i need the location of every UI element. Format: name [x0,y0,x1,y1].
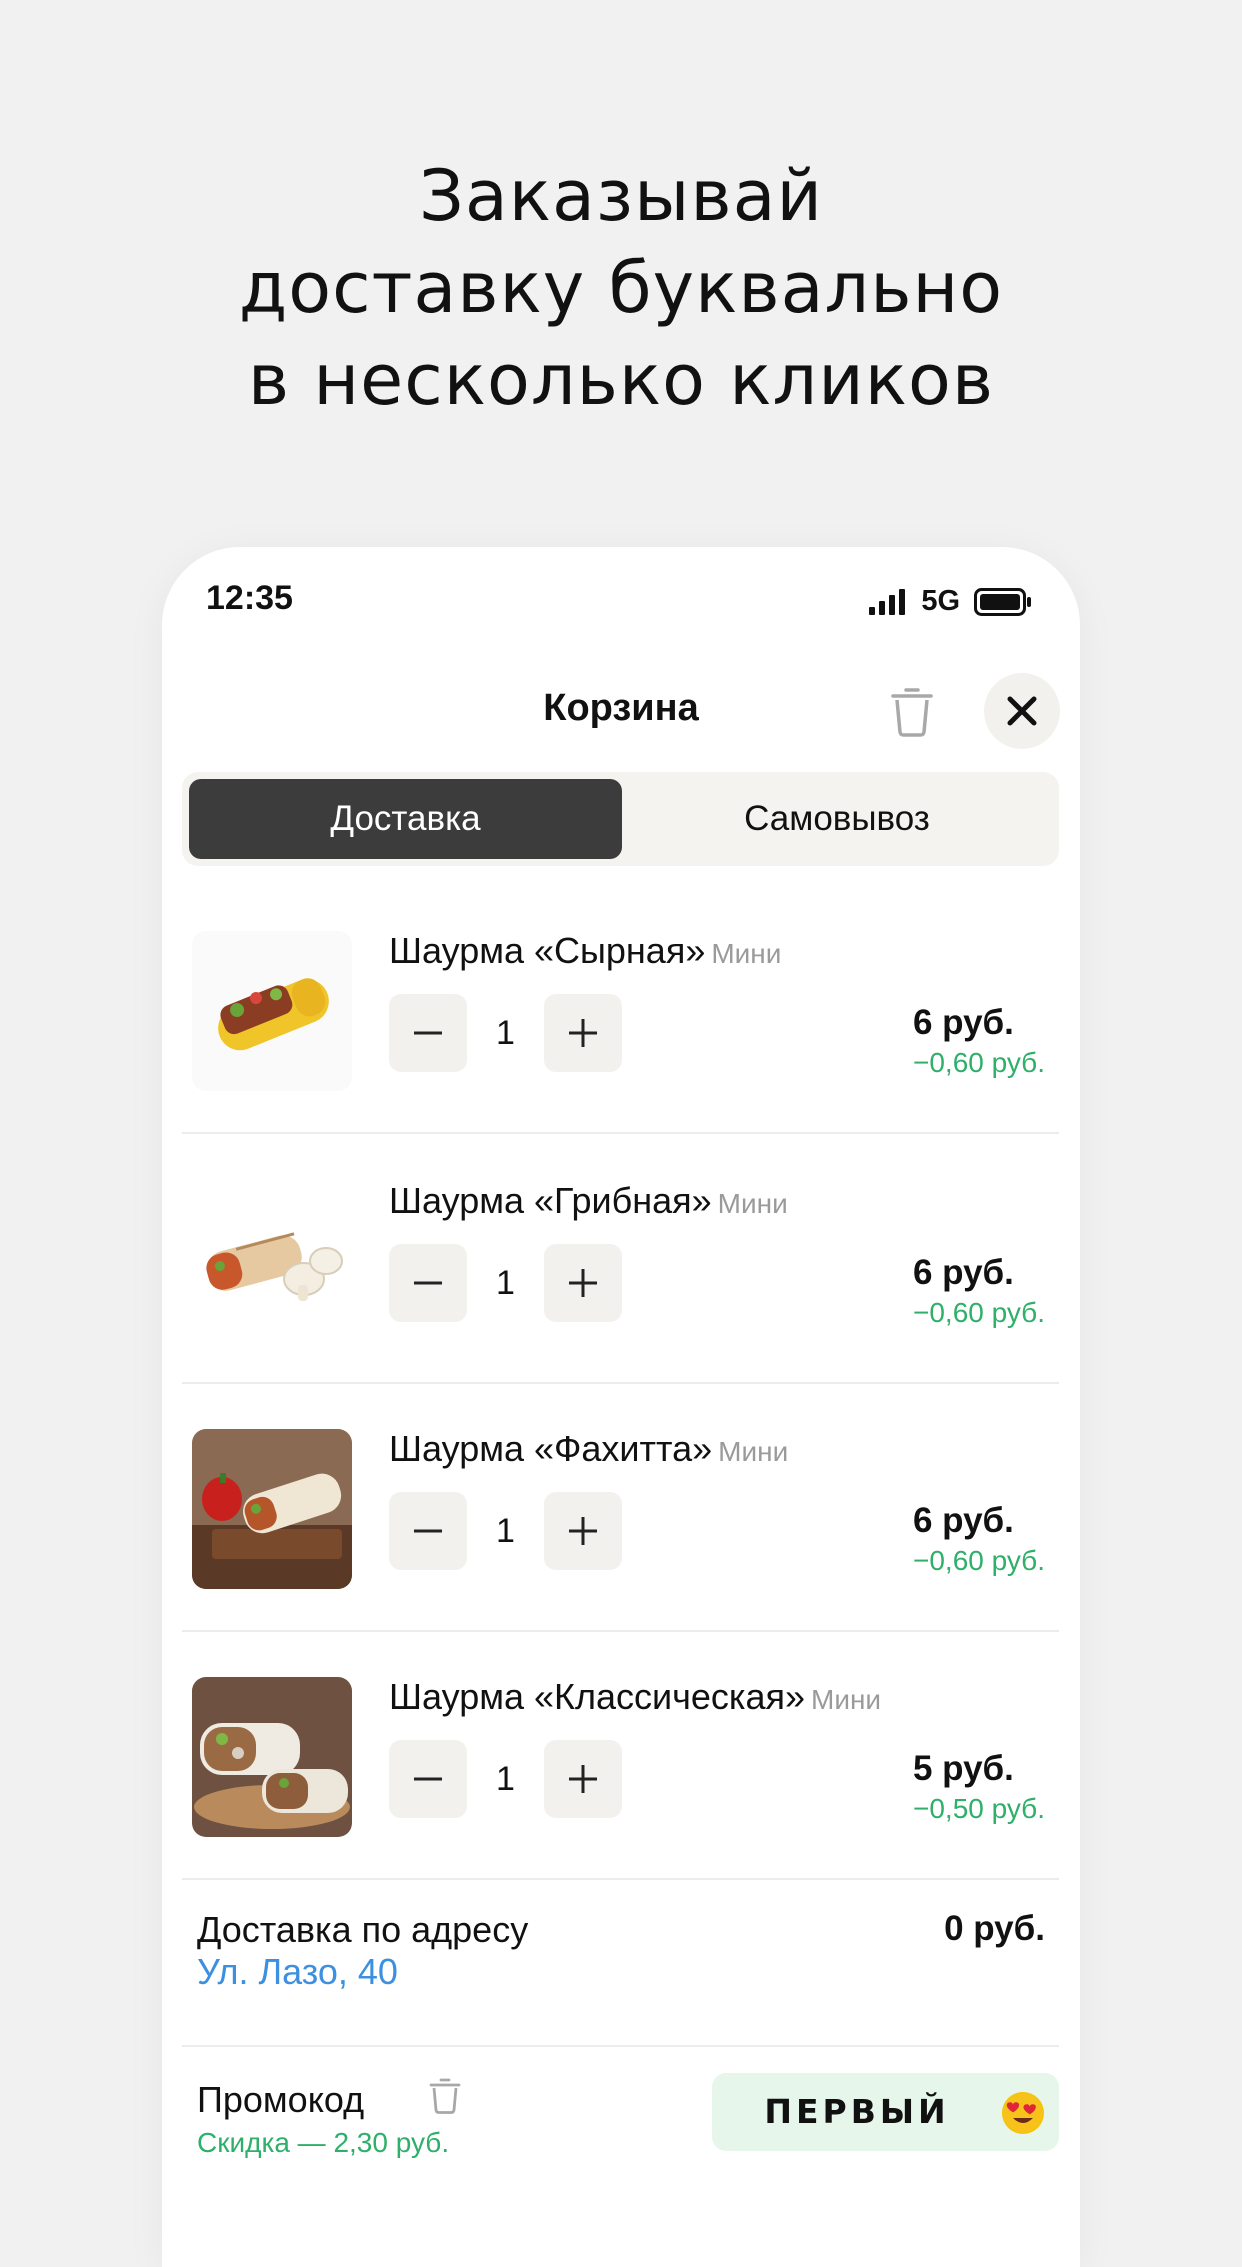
item-discount: −0,60 руб. [912,1297,1045,1328]
headline-line-3: в несколько кликов [247,339,995,421]
cart-item: Шаурма «Сырная» Мини 1 6 руб. −0,60 руб. [182,886,1059,1134]
item-name: Шаурма «Грибная» [389,1180,712,1221]
decrease-button[interactable] [389,1492,467,1570]
minus-icon [414,1031,442,1035]
headline: Заказывай доставку буквально в несколько… [0,150,1242,426]
decrease-button[interactable] [389,1244,467,1322]
item-discount: −0,60 руб. [912,1047,1045,1078]
cart-title: Корзина [543,687,699,729]
divider [182,1132,1059,1134]
item-discount: −0,60 руб. [912,1545,1045,1576]
decrease-button[interactable] [389,1740,467,1818]
item-title: Шаурма «Грибная» Мини [389,1180,788,1222]
minus-icon [414,1529,442,1533]
item-image [192,931,352,1091]
item-image [192,1429,352,1589]
heart-eyes-emoji-icon [1002,2092,1044,2134]
delivery-address-row: Доставка по адресу Ул. Лазо, 40 0 руб. [182,1877,1059,2047]
close-icon [1007,696,1037,726]
promo-label: Промокод [197,2079,365,2120]
tab-delivery[interactable]: Доставка [189,779,622,859]
item-quantity: 1 [496,1512,515,1550]
delivery-label: Доставка по адресу [197,1909,529,1950]
item-price-block: 5 руб. −0,50 руб. [913,1749,1045,1825]
item-name: Шаурма «Сырная» [389,930,706,971]
delivery-cost: 0 руб. [944,1909,1045,1948]
item-title: Шаурма «Сырная» Мини [389,930,781,972]
increase-button[interactable] [544,1740,622,1818]
quantity-stepper: 1 [389,994,622,1072]
increase-button[interactable] [544,1492,622,1570]
item-size: Мини [711,938,782,969]
item-price: 6 руб. [912,1501,1014,1540]
quantity-stepper: 1 [389,1740,622,1818]
plus-icon [569,1019,597,1047]
delivery-address-link[interactable]: Ул. Лазо, 40 [197,1951,398,1993]
item-size: Мини [717,1188,788,1219]
item-price: 5 руб. [912,1749,1014,1788]
increase-button[interactable] [544,994,622,1072]
promo-discount: Скидка — 2,30 руб. [197,2127,450,2158]
item-price: 6 руб. [912,1003,1014,1042]
cart-item: Шаурма «Классическая» Мини 1 5 руб. −0,50… [182,1632,1059,1880]
item-quantity: 1 [496,1014,515,1052]
item-image [192,1181,352,1341]
quantity-stepper: 1 [389,1492,622,1570]
item-image [192,1677,352,1837]
status-icons: 5G [869,585,1032,618]
status-bar: 12:35 5G [162,547,1080,657]
item-price-block: 6 руб. −0,60 руб. [913,1003,1045,1079]
network-label: 5G [921,585,960,617]
plus-icon [569,1765,597,1793]
tab-pickup[interactable]: Самовывоз [622,779,1052,859]
item-title: Шаурма «Классическая» Мини [389,1676,881,1718]
trash-icon [891,688,933,737]
headline-line-1: Заказывай [418,155,824,237]
decrease-button[interactable] [389,994,467,1072]
clear-cart-button[interactable] [889,685,935,737]
remove-promo-button[interactable] [429,2077,461,2115]
promo-row: Промокод Скидка — 2,30 руб. ПЕРВЫЙ [182,2047,1059,2267]
item-quantity: 1 [496,1264,515,1302]
phone-screen: 12:35 5G Корзина Доставка Самовывоз Шаур… [162,547,1080,2267]
item-name: Шаурма «Классическая» [389,1676,805,1717]
promo-code-chip[interactable]: ПЕРВЫЙ [712,2073,1059,2151]
cart-item: Шаурма «Грибная» Мини 1 6 руб. −0,60 руб. [182,1136,1059,1384]
cart-item: Шаурма «Фахитта» Мини 1 6 руб. −0,60 руб. [182,1384,1059,1632]
status-time: 12:35 [206,579,293,617]
item-size: Мини [811,1684,882,1715]
headline-line-2: доставку буквально [238,247,1004,329]
minus-icon [414,1281,442,1285]
item-quantity: 1 [496,1760,515,1798]
plus-icon [569,1517,597,1545]
minus-icon [414,1777,442,1781]
battery-icon [974,587,1031,616]
plus-icon [569,1269,597,1297]
close-button[interactable] [984,673,1060,749]
item-name: Шаурма «Фахитта» [389,1428,713,1469]
trash-icon [429,2078,461,2114]
quantity-stepper: 1 [389,1244,622,1322]
item-size: Мини [718,1436,789,1467]
delivery-mode-switch: Доставка Самовывоз [182,772,1059,866]
signal-icon [869,588,906,615]
promo-code-text: ПЕРВЫЙ [764,2092,950,2131]
item-title: Шаурма «Фахитта» Мини [389,1428,788,1470]
item-price-block: 6 руб. −0,60 руб. [913,1501,1045,1577]
item-price: 6 руб. [912,1253,1014,1292]
increase-button[interactable] [544,1244,622,1322]
item-discount: −0,50 руб. [912,1793,1045,1824]
item-price-block: 6 руб. −0,60 руб. [913,1253,1045,1329]
